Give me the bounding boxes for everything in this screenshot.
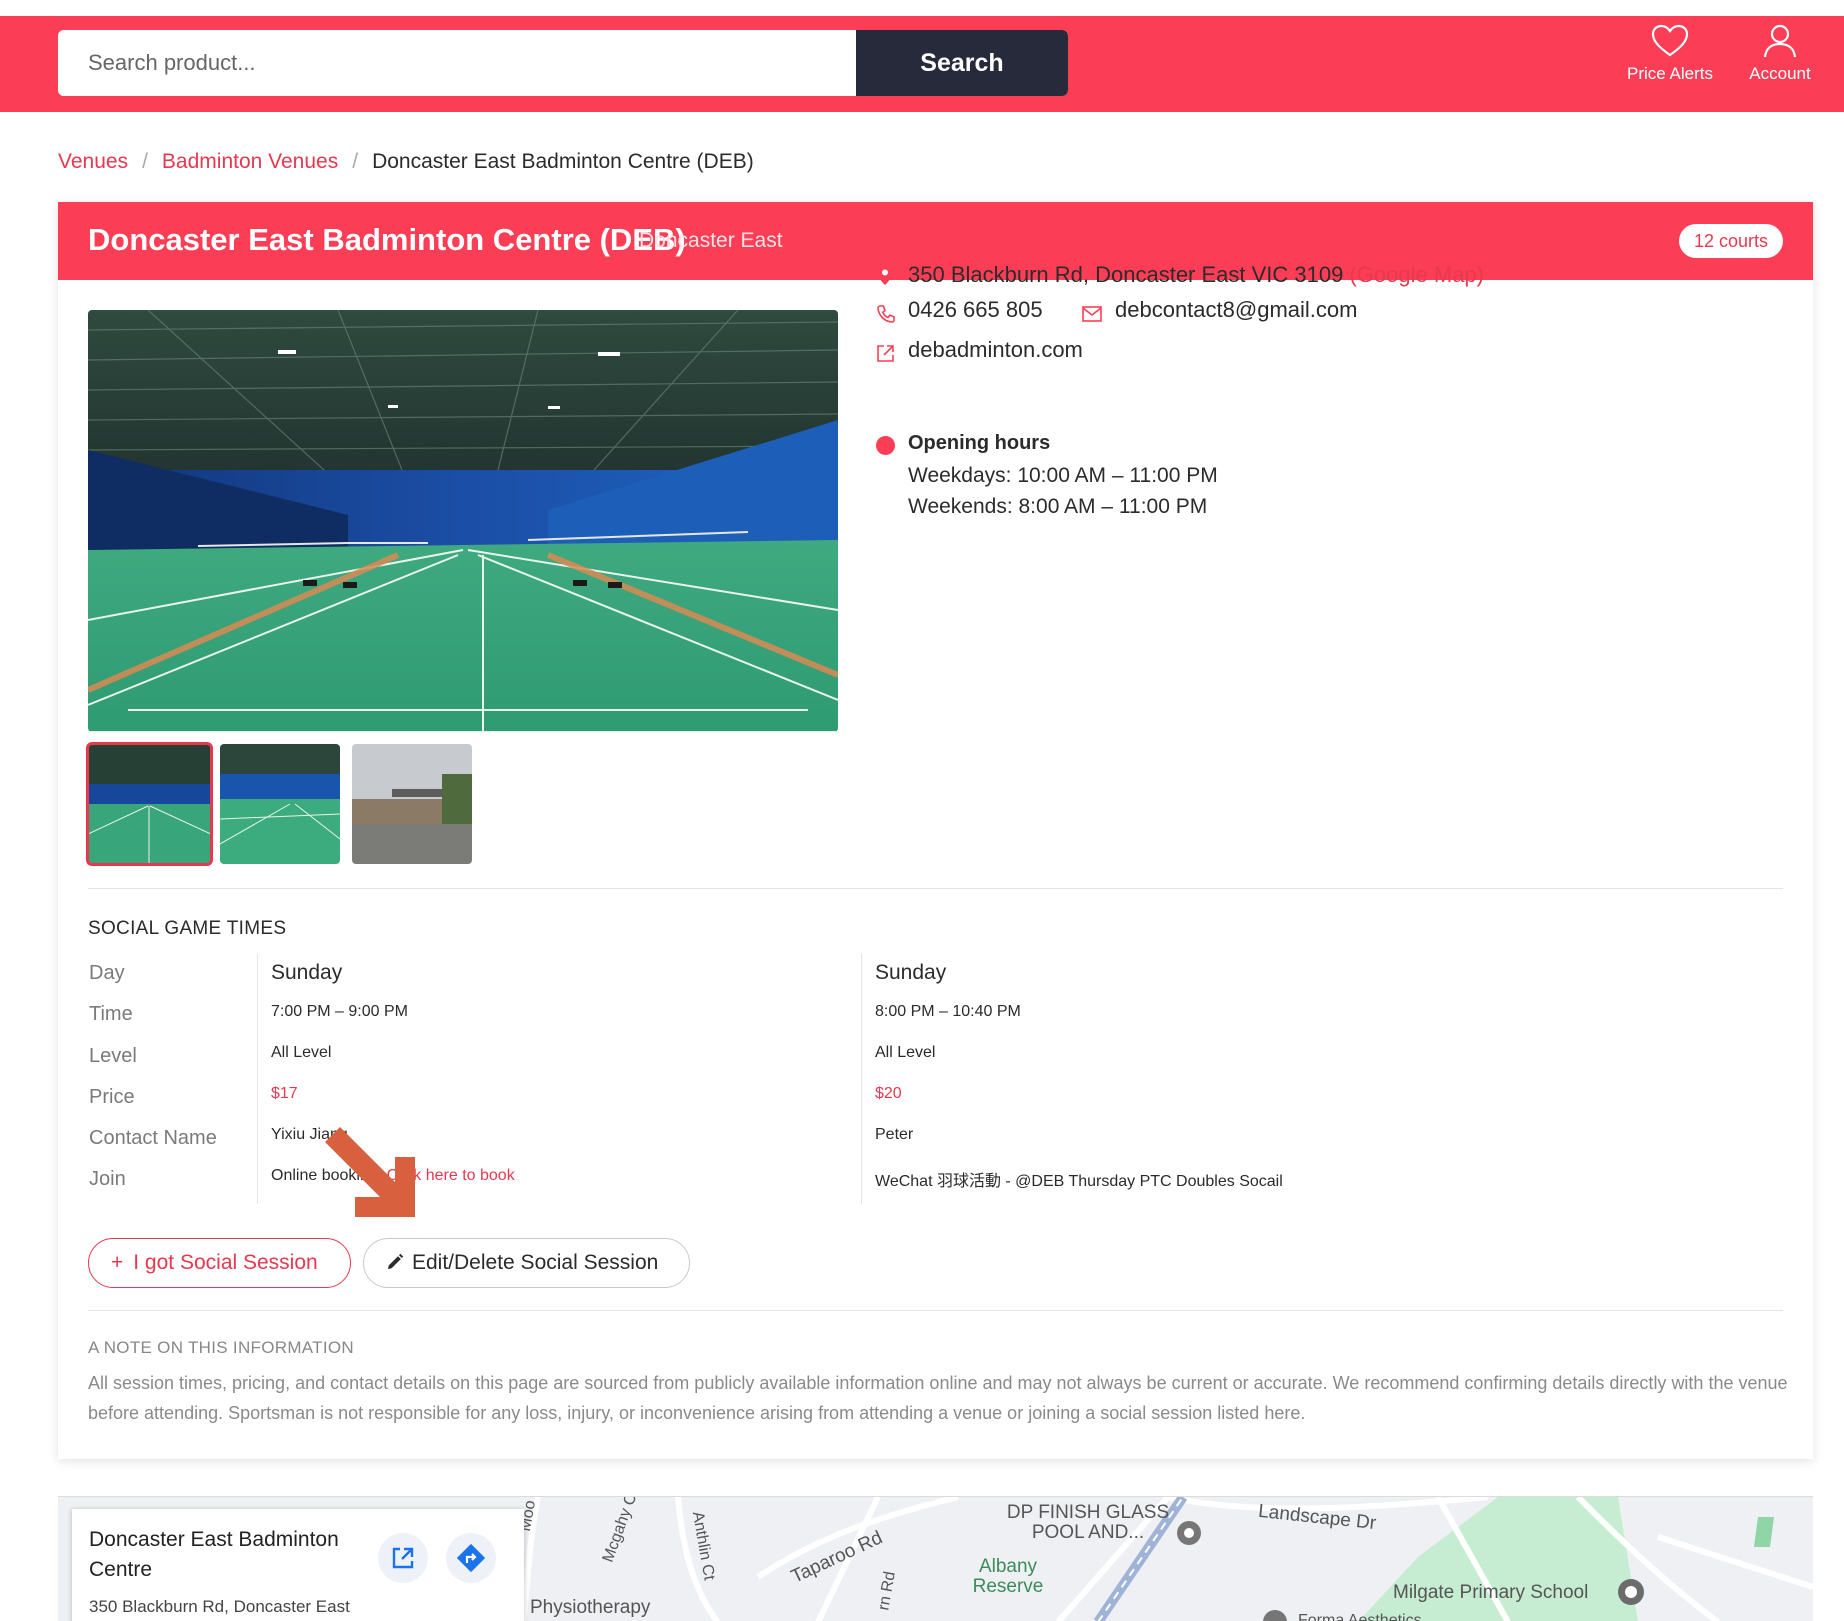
session-2-level: All Level (875, 1044, 936, 1061)
session-1-day: Sunday (271, 961, 343, 984)
external-link-icon (392, 1547, 414, 1569)
courts-badge: 12 courts (1678, 224, 1783, 258)
note-text: All session times, pricing, and contact … (88, 1373, 1788, 1423)
directions-icon (456, 1543, 486, 1573)
venue-card: Doncaster East Badminton Centre (DEB) Do… (58, 202, 1813, 1459)
map-label-park: Albany Reserve (972, 1556, 1044, 1597)
label-time: Time (89, 1003, 133, 1025)
label-day: Day (89, 962, 125, 984)
breadcrumb-separator: / (352, 150, 359, 173)
breadcrumb-separator: / (142, 150, 148, 173)
add-social-session-label: I got Social Session (133, 1251, 318, 1274)
venue-main-photo[interactable] (88, 310, 838, 732)
google-map-link[interactable]: (Google Map) (1349, 262, 1484, 287)
session-1-time: 7:00 PM – 9:00 PM (271, 1003, 408, 1020)
thumbnail-image (220, 744, 340, 864)
open-in-maps-button[interactable] (378, 1533, 428, 1583)
map-card-address: 350 Blackburn Rd, Doncaster East VIC 310… (89, 1597, 350, 1616)
email-icon (1082, 306, 1102, 322)
label-level: Level (89, 1045, 137, 1067)
venue-phone[interactable]: 0426 665 805 (908, 297, 1043, 323)
location-pin-icon (877, 265, 893, 285)
map-label-poi: Forma Aesthetics (1298, 1612, 1422, 1621)
account-link[interactable]: Account (1720, 24, 1840, 84)
social-times-title: SOCIAL GAME TIMES (88, 918, 287, 939)
search-input[interactable] (58, 30, 856, 96)
photo-thumbnail[interactable] (220, 744, 340, 864)
venue-address: 350 Blackburn Rd, Doncaster East VIC 310… (908, 262, 1344, 287)
map-info-card: Doncaster East Badminton Centre 350 Blac… (72, 1509, 524, 1621)
column-divider (257, 954, 258, 1204)
photo-thumbnail[interactable] (352, 744, 472, 864)
label-price: Price (89, 1086, 135, 1108)
note-title: A NOTE ON THIS INFORMATION (88, 1338, 354, 1357)
add-social-session-button[interactable]: + I got Social Session (88, 1238, 351, 1288)
section-divider (88, 1310, 1783, 1311)
label-contact-name: Contact Name (89, 1127, 217, 1149)
map-label-poi: Physiotherapy (530, 1597, 651, 1618)
photo-thumbnail[interactable] (86, 742, 213, 866)
annotation-arrow-icon (325, 1127, 415, 1217)
session-2-time: 8:00 PM – 10:40 PM (875, 1003, 1021, 1020)
top-header: Search Price Alerts Account (0, 16, 1844, 112)
venue-address-row: 350 Blackburn Rd, Doncaster East VIC 310… (908, 262, 1484, 288)
map-label-school: Milgate Primary School (1393, 1582, 1589, 1603)
thumbnail-image (88, 744, 211, 864)
breadcrumb: Venues / Badminton Venues / Doncaster East B… (58, 150, 754, 174)
price-alerts-link[interactable]: Price Alerts (1610, 24, 1730, 84)
label-join: Join (89, 1168, 126, 1190)
map-card-title: Doncaster East Badminton Centre (89, 1528, 339, 1581)
thumbnail-image (352, 744, 472, 864)
account-label: Account (1749, 64, 1811, 83)
plus-icon: + (111, 1251, 124, 1274)
venue-suburb: Doncaster East (639, 229, 783, 252)
user-icon (1763, 24, 1797, 58)
session-1-level: All Level (271, 1044, 332, 1061)
heart-icon (1651, 24, 1689, 57)
session-1-price: $17 (271, 1085, 298, 1102)
venue-email[interactable]: debcontact8@gmail.com (1115, 297, 1357, 323)
search-button[interactable]: Search (856, 30, 1068, 96)
venue-website[interactable]: debadminton.com (908, 337, 1083, 363)
map-label-poi: DP FINISH GLASS POOL AND... (1006, 1502, 1170, 1543)
directions-button[interactable] (446, 1533, 496, 1583)
search-bar: Search (58, 30, 1068, 96)
price-alerts-label: Price Alerts (1627, 64, 1713, 83)
open-status-dot (876, 436, 895, 455)
phone-icon (877, 305, 895, 323)
hours-weekdays: Weekdays: 10:00 AM – 11:00 PM (908, 464, 1218, 487)
session-2-join: WeChat 羽球活動 - @DEB Thursday PTC Doubles … (875, 1173, 1283, 1190)
session-2-contact: Peter (875, 1126, 914, 1143)
column-divider (861, 954, 862, 1204)
venue-map[interactable]: DP FINISH GLASS POOL AND... Landscape Dr… (58, 1496, 1813, 1621)
section-divider (88, 888, 1783, 889)
edit-social-session-label: Edit/Delete Social Session (412, 1251, 659, 1274)
session-2-price: $20 (875, 1085, 902, 1102)
venue-title: Doncaster East Badminton Centre (DEB) (88, 222, 686, 257)
hours-weekends: Weekends: 8:00 AM – 11:00 PM (908, 495, 1208, 518)
session-2-day: Sunday (875, 961, 947, 984)
external-link-icon (877, 345, 894, 362)
breadcrumb-current: Doncaster East Badminton Centre (DEB) (372, 150, 754, 173)
opening-hours-title: Opening hours (908, 432, 1051, 454)
court-hall-image (88, 310, 838, 732)
breadcrumb-venues[interactable]: Venues (58, 150, 128, 173)
breadcrumb-badminton-venues[interactable]: Badminton Venues (162, 150, 338, 173)
pencil-icon (388, 1253, 404, 1269)
edit-social-session-button[interactable]: Edit/Delete Social Session (363, 1238, 690, 1288)
